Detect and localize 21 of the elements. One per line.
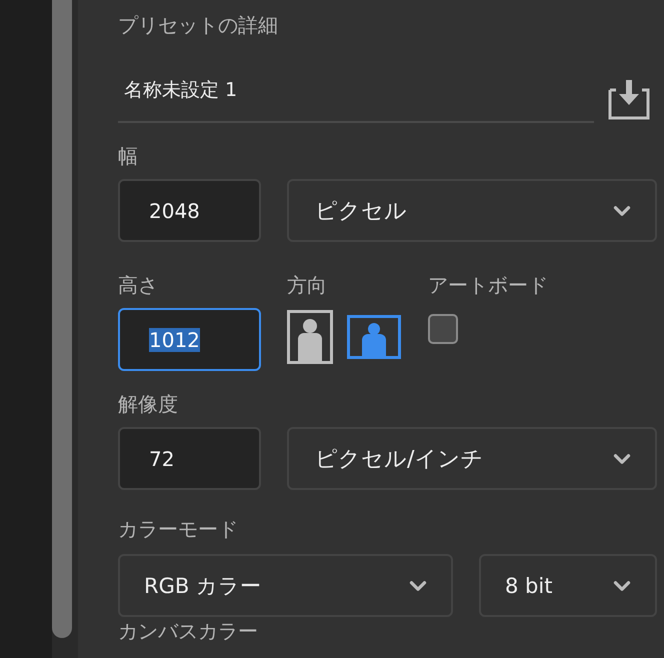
resolution-field[interactable]: 72 (118, 427, 261, 490)
orientation-label: 方向 (287, 272, 328, 299)
color-mode-dropdown[interactable]: RGB カラー (118, 554, 453, 617)
height-field[interactable]: 1012 (118, 308, 261, 371)
artboard-label: アートボード (428, 272, 549, 299)
section-title: プリセットの詳細 (118, 12, 279, 39)
width-unit-dropdown[interactable]: ピクセル (287, 179, 657, 242)
landscape-orientation-button[interactable] (347, 315, 401, 359)
width-label: 幅 (118, 143, 139, 170)
resolution-unit-dropdown[interactable]: ピクセル/インチ (287, 427, 657, 490)
bit-depth-dropdown[interactable]: 8 bit (479, 554, 657, 617)
height-label: 高さ (118, 272, 159, 299)
resolution-label: 解像度 (118, 391, 179, 418)
save-preset-icon[interactable] (608, 80, 650, 120)
portrait-orientation-button[interactable] (287, 310, 333, 364)
artboard-checkbox[interactable] (428, 314, 458, 344)
color-mode-label: カラーモード (118, 516, 239, 543)
canvas-color-label: カンバスカラー (118, 619, 259, 643)
width-field[interactable]: 2048 (118, 179, 261, 242)
preset-name-field[interactable]: 名称未設定 1 (118, 76, 594, 123)
scrollbar-thumb[interactable] (52, 0, 72, 638)
